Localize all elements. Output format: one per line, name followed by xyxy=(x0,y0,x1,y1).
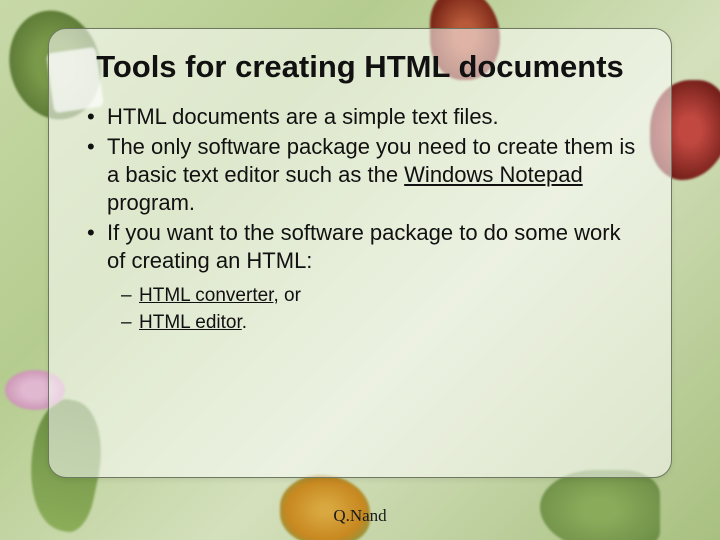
slide-card: Tools for creating HTML documents HTML d… xyxy=(48,28,672,478)
bullet-text: HTML documents are a simple text files. xyxy=(107,104,499,129)
bullet-text: , or xyxy=(273,285,300,306)
decorative-succulent xyxy=(540,470,660,540)
underlined-text: Windows Notepad xyxy=(404,162,583,187)
list-item: HTML converter, or xyxy=(121,282,643,310)
sub-bullet-list: HTML converter, or HTML editor. xyxy=(77,282,643,337)
slide-footer: Q.Nand xyxy=(0,506,720,526)
list-item: HTML editor. xyxy=(121,309,643,337)
bullet-list: HTML documents are a simple text files. … xyxy=(77,103,643,276)
list-item: HTML documents are a simple text files. xyxy=(83,103,643,131)
bullet-text: . xyxy=(242,312,247,333)
list-item: If you want to the software package to d… xyxy=(83,219,643,275)
bullet-text: If you want to the software package to d… xyxy=(107,220,621,273)
list-item: The only software package you need to cr… xyxy=(83,133,643,217)
underlined-text: HTML converter xyxy=(139,285,273,306)
bullet-text: program. xyxy=(107,190,195,215)
slide-title: Tools for creating HTML documents xyxy=(77,49,643,85)
underlined-text: HTML editor xyxy=(139,312,242,333)
